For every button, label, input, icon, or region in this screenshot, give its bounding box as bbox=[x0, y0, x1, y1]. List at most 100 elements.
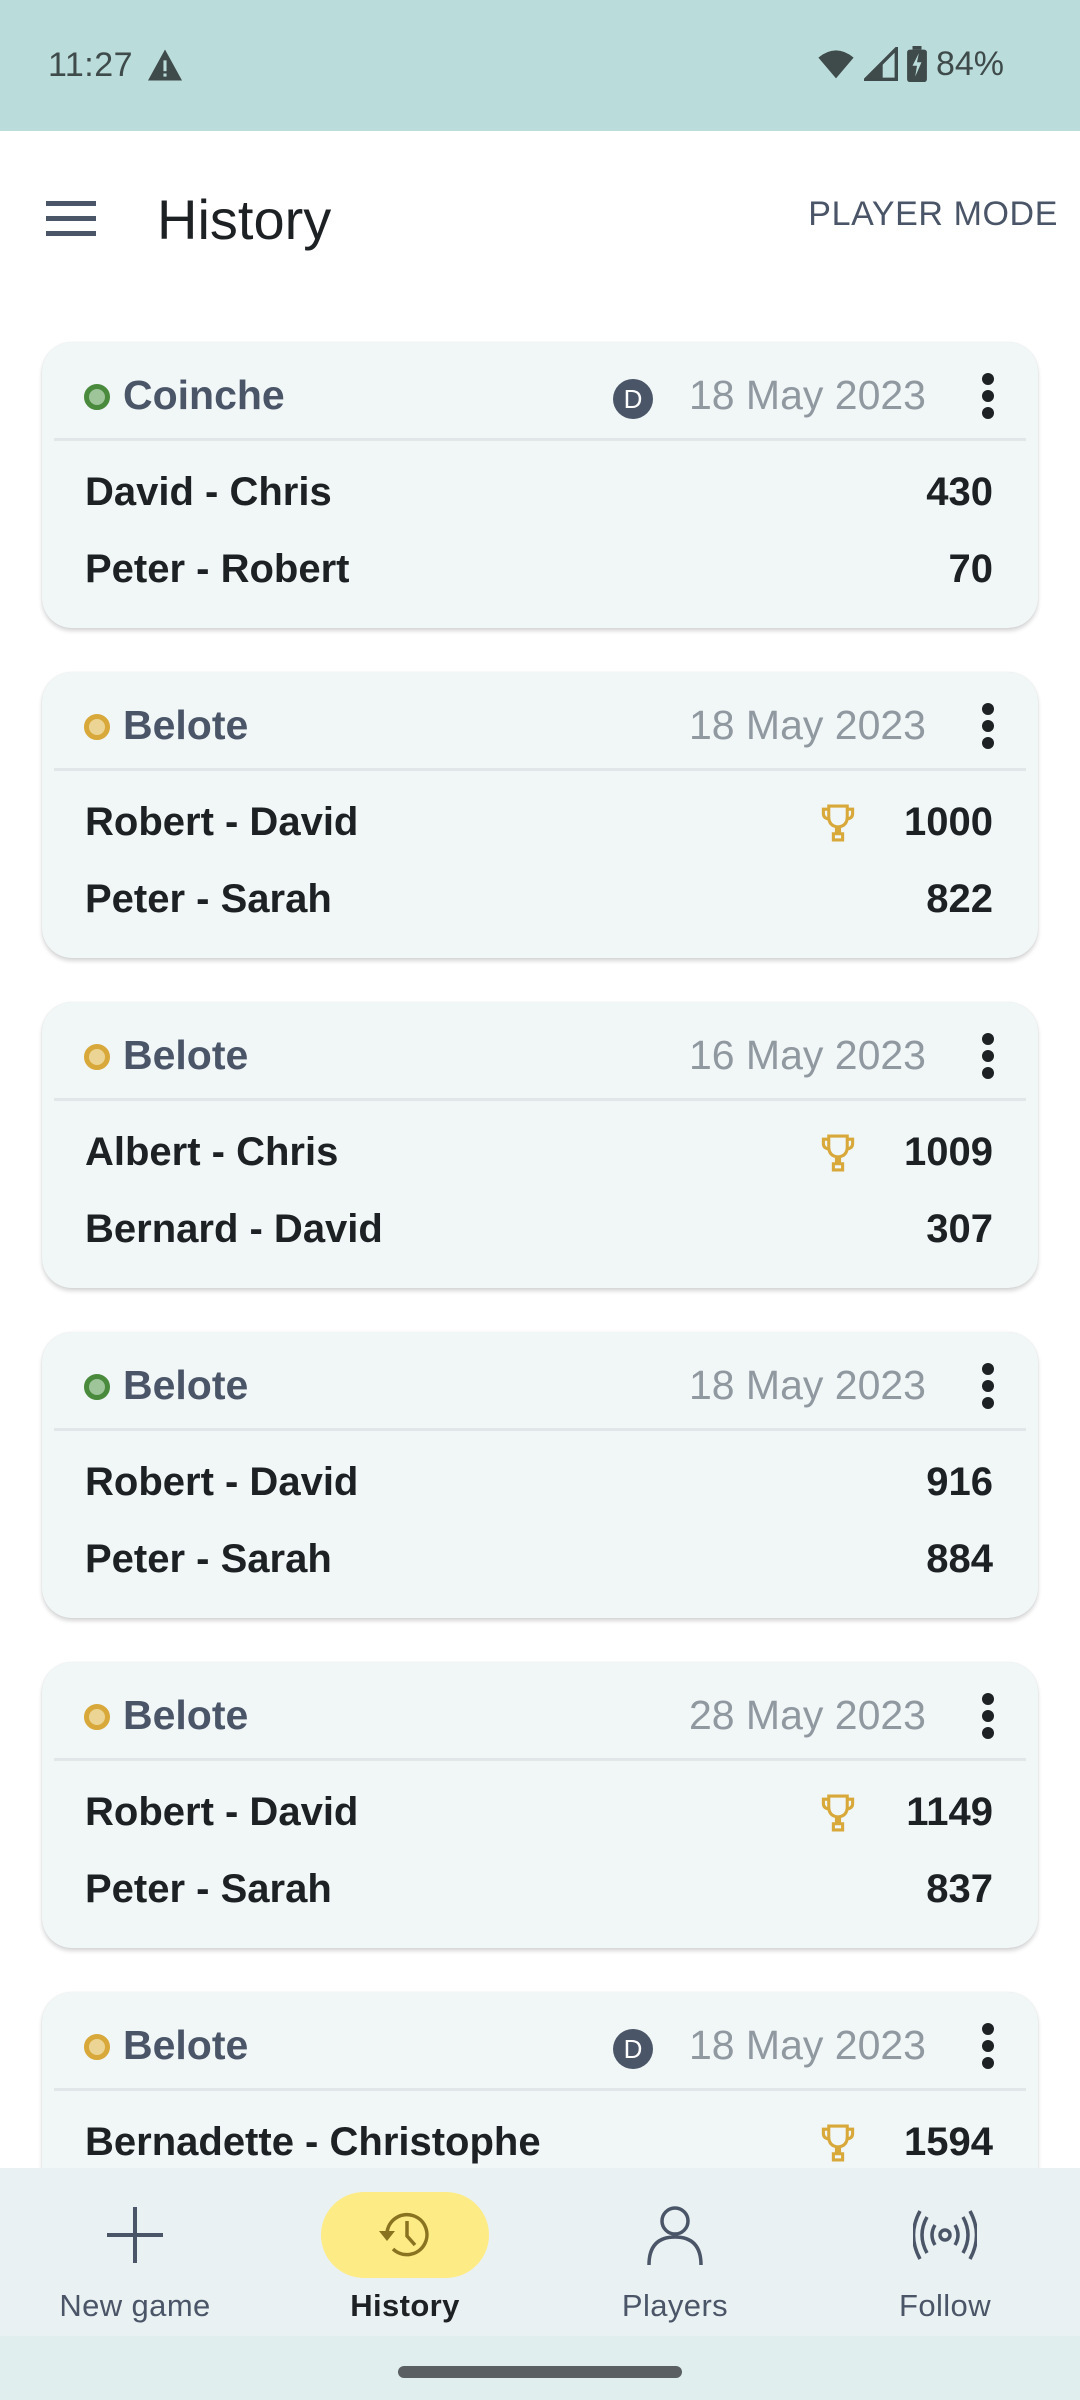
menu-button[interactable] bbox=[36, 191, 106, 247]
team-score: 307 bbox=[926, 1207, 993, 1251]
game-history-list[interactable]: Coinche D 18 May 2023 David - Chris 430 … bbox=[0, 301, 1080, 2168]
team-row: Peter - Robert 70 bbox=[42, 534, 1038, 604]
kebab-dot bbox=[982, 1033, 994, 1045]
team-players: Albert - Chris bbox=[85, 1130, 339, 1174]
team-row: David - Chris 430 bbox=[42, 457, 1038, 527]
trophy-icon bbox=[821, 1794, 855, 1832]
game-card[interactable]: Belote 16 May 2023 Albert - Chris 1009 B… bbox=[42, 1002, 1038, 1288]
team-score: 1009 bbox=[904, 1130, 993, 1174]
more-options-button[interactable] bbox=[970, 1688, 1006, 1744]
game-card[interactable]: Belote 18 May 2023 Robert - David 916 Pe… bbox=[42, 1332, 1038, 1618]
cell-signal-icon bbox=[863, 47, 898, 81]
kebab-dot bbox=[982, 1397, 994, 1409]
status-time: 11:27 bbox=[48, 46, 134, 84]
team-score: 1594 bbox=[904, 2120, 993, 2164]
home-gesture-handle[interactable] bbox=[398, 2366, 682, 2378]
nav-follow[interactable]: Follow bbox=[810, 2168, 1080, 2336]
trophy-icon bbox=[821, 1134, 855, 1172]
game-status-dot bbox=[84, 1704, 110, 1730]
history-icon bbox=[379, 2212, 429, 2257]
nav-label: New game bbox=[59, 2288, 211, 2323]
team-score: 1000 bbox=[904, 800, 993, 844]
team-row: Robert - David 916 bbox=[42, 1447, 1038, 1517]
kebab-dot bbox=[982, 720, 994, 732]
player-mode-button[interactable]: PLAYER MODE bbox=[808, 195, 1058, 234]
kebab-dot bbox=[982, 407, 994, 419]
more-options-button[interactable] bbox=[970, 698, 1006, 754]
team-players: Robert - David bbox=[85, 1460, 359, 1504]
warning-icon bbox=[148, 49, 182, 81]
kebab-dot bbox=[982, 2040, 994, 2052]
game-type: Belote bbox=[123, 1362, 249, 1408]
nav-players[interactable]: Players bbox=[540, 2168, 810, 2336]
kebab-dot bbox=[982, 1710, 994, 1722]
game-card[interactable]: Belote D 18 May 2023 Bernadette - Christ… bbox=[42, 1992, 1038, 2168]
game-type: Coinche bbox=[123, 372, 285, 418]
game-card-header: Belote 28 May 2023 bbox=[42, 1662, 1038, 1758]
hamburger-menu-icon bbox=[46, 201, 96, 236]
app-bar: History PLAYER MODE bbox=[0, 131, 1080, 301]
more-options-button[interactable] bbox=[970, 2018, 1006, 2074]
more-options-button[interactable] bbox=[970, 1028, 1006, 1084]
team-row: Peter - Sarah 884 bbox=[42, 1524, 1038, 1594]
game-card[interactable]: Belote 18 May 2023 Robert - David 1000 P… bbox=[42, 672, 1038, 958]
game-status-dot bbox=[84, 1374, 110, 1400]
card-divider bbox=[54, 768, 1026, 771]
kebab-dot bbox=[982, 2023, 994, 2035]
nav-history[interactable]: History bbox=[270, 2168, 540, 2336]
game-card[interactable]: Coinche D 18 May 2023 David - Chris 430 … bbox=[42, 342, 1038, 628]
team-row: Albert - Chris 1009 bbox=[42, 1117, 1038, 1187]
game-card[interactable]: Belote 28 May 2023 Robert - David 1149 P… bbox=[42, 1662, 1038, 1948]
nav-new-game[interactable]: New game bbox=[0, 2168, 270, 2336]
battery-charging-icon bbox=[907, 46, 927, 82]
team-row: Robert - David 1149 bbox=[42, 1777, 1038, 1847]
team-row: Robert - David 1000 bbox=[42, 787, 1038, 857]
game-date: 18 May 2023 bbox=[688, 372, 926, 418]
battery-percent: 84% bbox=[935, 44, 1004, 83]
team-players: Peter - Sarah bbox=[85, 877, 332, 921]
card-divider bbox=[54, 438, 1026, 441]
more-options-button[interactable] bbox=[970, 1358, 1006, 1414]
wifi-icon bbox=[818, 50, 854, 79]
game-card-header: Belote 18 May 2023 bbox=[42, 1332, 1038, 1428]
status-indicators: 84% bbox=[816, 44, 1004, 84]
game-status-dot bbox=[84, 1044, 110, 1070]
kebab-dot bbox=[982, 1693, 994, 1705]
game-status-dot bbox=[84, 2034, 110, 2060]
broadcast-icon bbox=[913, 2210, 977, 2260]
person-icon bbox=[647, 2206, 703, 2266]
page-title: History bbox=[157, 188, 332, 251]
trophy-icon bbox=[821, 804, 855, 842]
trophy-icon bbox=[821, 2124, 855, 2162]
team-score: 1149 bbox=[906, 1790, 993, 1834]
card-divider bbox=[54, 2088, 1026, 2091]
team-row: Bernard - David 307 bbox=[42, 1194, 1038, 1264]
game-date: 18 May 2023 bbox=[688, 1362, 926, 1408]
kebab-dot bbox=[982, 2057, 994, 2069]
team-score: 822 bbox=[926, 877, 993, 921]
kebab-dot bbox=[982, 1067, 994, 1079]
nav-label: Players bbox=[621, 2288, 729, 2323]
team-players: Bernard - David bbox=[85, 1207, 383, 1251]
kebab-dot bbox=[982, 1050, 994, 1062]
team-score: 430 bbox=[926, 470, 993, 514]
more-options-button[interactable] bbox=[970, 368, 1006, 424]
kebab-dot bbox=[982, 1363, 994, 1375]
game-date: 18 May 2023 bbox=[688, 2022, 926, 2068]
team-score: 837 bbox=[926, 1867, 993, 1911]
game-card-header: Belote 18 May 2023 bbox=[42, 672, 1038, 768]
team-players: Bernadette - Christophe bbox=[85, 2120, 541, 2164]
team-row: Peter - Sarah 837 bbox=[42, 1854, 1038, 1924]
dealer-badge: D bbox=[613, 379, 653, 419]
team-players: Peter - Sarah bbox=[85, 1537, 332, 1581]
nav-label: Follow bbox=[899, 2288, 991, 2323]
card-divider bbox=[54, 1428, 1026, 1431]
status-bar: 11:27 84% bbox=[0, 0, 1080, 131]
team-row: Bernadette - Christophe 1594 bbox=[42, 2107, 1038, 2168]
game-status-dot bbox=[84, 714, 110, 740]
team-players: Robert - David bbox=[85, 1790, 359, 1834]
game-date: 16 May 2023 bbox=[688, 1032, 926, 1078]
plus-icon bbox=[107, 2207, 163, 2263]
team-score: 70 bbox=[948, 547, 994, 591]
kebab-dot bbox=[982, 390, 994, 402]
